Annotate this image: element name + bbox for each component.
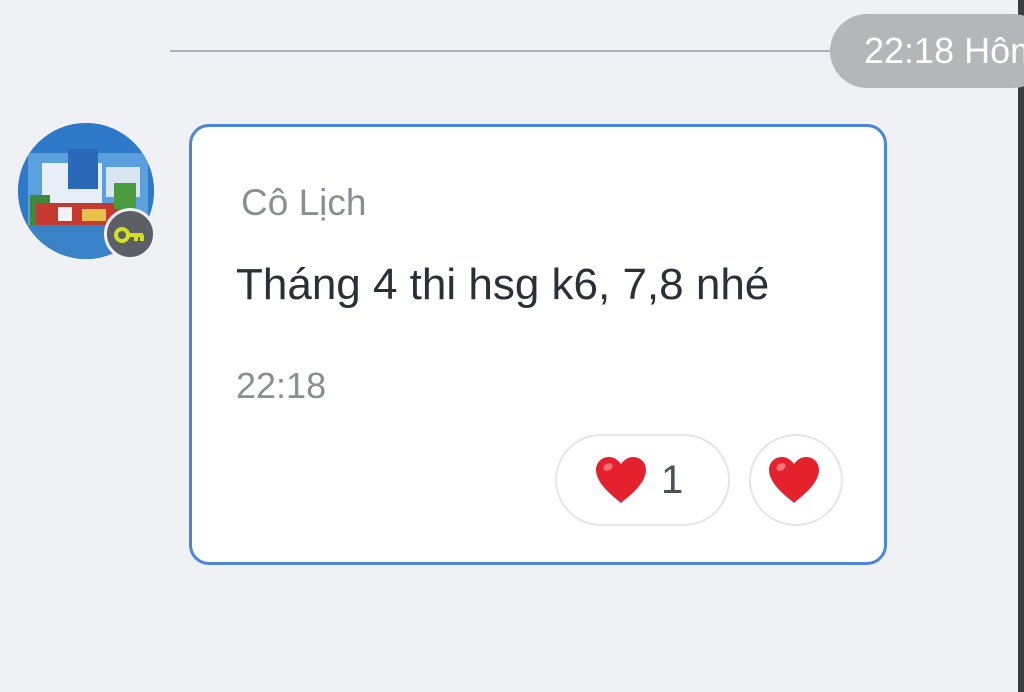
message-bubble[interactable]: Cô Lịch Tháng 4 thi hsg k6, 7,8 nhé 22:1… — [189, 124, 887, 565]
react-button[interactable] — [749, 434, 843, 526]
message-time: 22:18 — [236, 365, 327, 406]
window-edge — [1018, 0, 1024, 692]
heart-icon — [596, 457, 646, 503]
date-divider-time-pill: 22:18 Hôm nay — [830, 14, 1024, 88]
key-badge — [104, 208, 156, 260]
key-icon — [114, 227, 144, 243]
message-text: Tháng 4 thi hsg k6, 7,8 nhé — [236, 260, 770, 309]
reaction-count: 1 — [661, 458, 684, 502]
heart-icon — [769, 457, 819, 503]
reaction-chip[interactable]: 1 — [555, 434, 730, 526]
date-divider-line — [170, 50, 860, 52]
sender-name[interactable]: Cô Lịch — [241, 182, 366, 224]
